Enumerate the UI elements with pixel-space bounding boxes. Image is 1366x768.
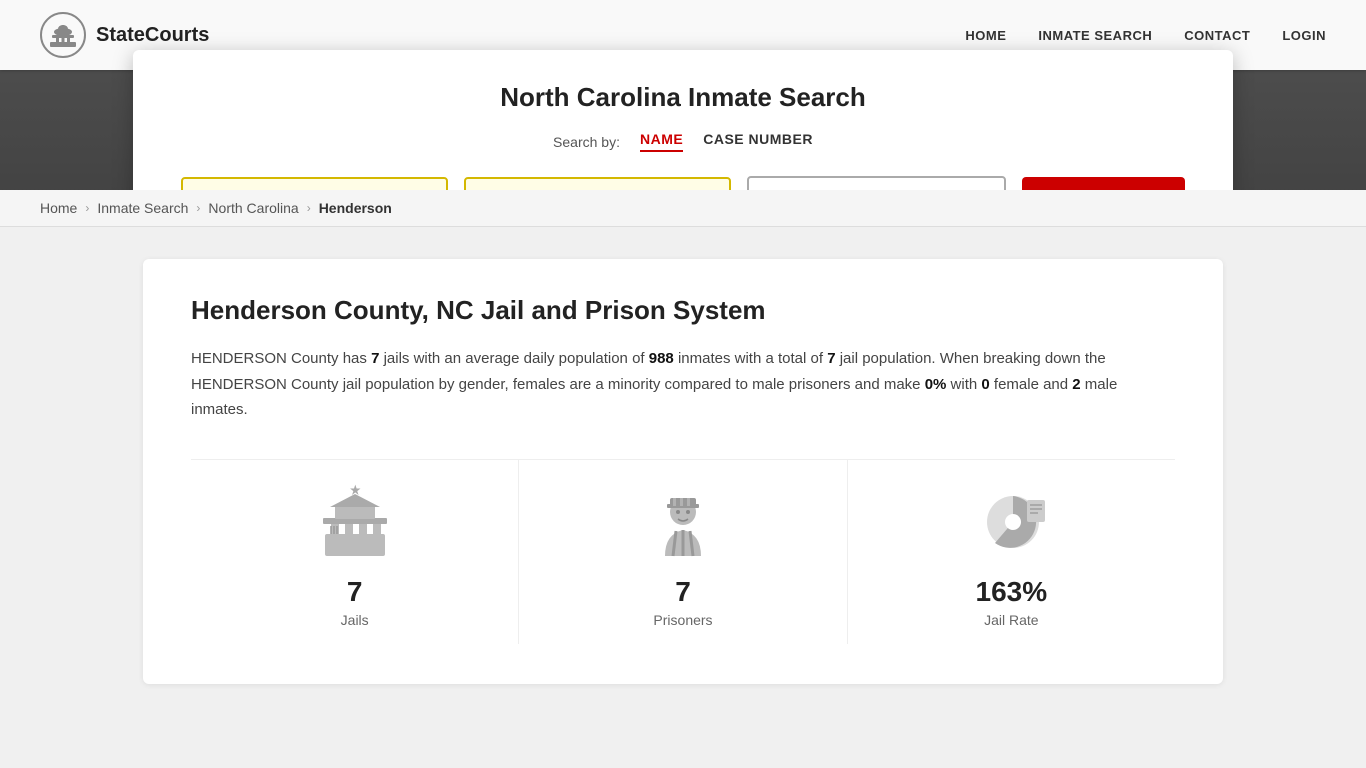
breadcrumb-sep-2: › bbox=[196, 201, 200, 215]
stat-prisoners: 7 Prisoners bbox=[519, 460, 847, 644]
breadcrumb-north-carolina[interactable]: North Carolina bbox=[208, 200, 298, 216]
stat-avg-pop: 988 bbox=[649, 350, 674, 367]
search-button[interactable]: SEARCH » bbox=[1022, 177, 1185, 190]
content-card: Henderson County, NC Jail and Prison Sys… bbox=[143, 259, 1223, 684]
nav-inmate-search[interactable]: INMATE SEARCH bbox=[1038, 28, 1152, 43]
prisoner-icon bbox=[643, 484, 723, 564]
tab-name[interactable]: NAME bbox=[640, 131, 683, 152]
header: COURTHOUSE StateCourts HOME INMATE SEARC… bbox=[0, 0, 1366, 190]
main-content: Henderson County, NC Jail and Prison Sys… bbox=[103, 227, 1263, 724]
stat-jail-rate-label: Jail Rate bbox=[984, 612, 1038, 628]
state-select[interactable]: North Carolina Alabama Alaska Arizona Ar… bbox=[747, 176, 1006, 190]
search-card: North Carolina Inmate Search Search by: … bbox=[133, 50, 1233, 190]
stat-jails-number: 7 bbox=[347, 576, 363, 608]
stat-prisoners-number: 7 bbox=[675, 576, 691, 608]
nav-login[interactable]: LOGIN bbox=[1282, 28, 1326, 43]
tab-case-number[interactable]: CASE NUMBER bbox=[703, 131, 813, 152]
stat-female-count: 0 bbox=[981, 376, 989, 393]
stat-jails: 7 Jails bbox=[191, 460, 519, 644]
breadcrumb-home[interactable]: Home bbox=[40, 200, 77, 216]
logo-text: StateCourts bbox=[96, 24, 209, 47]
content-title: Henderson County, NC Jail and Prison Sys… bbox=[191, 295, 1175, 326]
nav-home[interactable]: HOME bbox=[965, 28, 1006, 43]
stat-prisoners-label: Prisoners bbox=[653, 612, 712, 628]
breadcrumb-sep-3: › bbox=[307, 201, 311, 215]
card-title: North Carolina Inmate Search bbox=[181, 82, 1185, 113]
stat-jails-inline: 7 bbox=[371, 350, 379, 367]
search-by-label: Search by: bbox=[553, 134, 620, 150]
breadcrumb-sep-1: › bbox=[85, 201, 89, 215]
last-name-input[interactable] bbox=[464, 177, 731, 191]
first-name-input[interactable] bbox=[181, 177, 448, 191]
content-paragraph: HENDERSON County has 7 jails with an ave… bbox=[191, 346, 1175, 423]
stat-jail-rate-number: 163% bbox=[976, 576, 1048, 608]
stat-jails-label: Jails bbox=[341, 612, 369, 628]
stat-male-count: 2 bbox=[1072, 376, 1080, 393]
pie-chart-icon bbox=[971, 484, 1051, 564]
stat-female-pct: 0% bbox=[925, 376, 947, 393]
search-card-wrapper: North Carolina Inmate Search Search by: … bbox=[0, 50, 1366, 190]
stat-total-jails: 7 bbox=[827, 350, 835, 367]
nav-contact[interactable]: CONTACT bbox=[1184, 28, 1250, 43]
stat-jail-rate: 163% Jail Rate bbox=[848, 460, 1175, 644]
stats-row: 7 Jails bbox=[191, 459, 1175, 644]
breadcrumb: Home › Inmate Search › North Carolina › … bbox=[0, 190, 1366, 227]
building-icon bbox=[315, 484, 395, 564]
search-by-row: Search by: NAME CASE NUMBER bbox=[181, 131, 1185, 152]
search-inputs-row: North Carolina Alabama Alaska Arizona Ar… bbox=[181, 176, 1185, 190]
breadcrumb-inmate-search[interactable]: Inmate Search bbox=[97, 200, 188, 216]
nav-links: HOME INMATE SEARCH CONTACT LOGIN bbox=[965, 28, 1326, 43]
breadcrumb-current: Henderson bbox=[319, 200, 392, 216]
